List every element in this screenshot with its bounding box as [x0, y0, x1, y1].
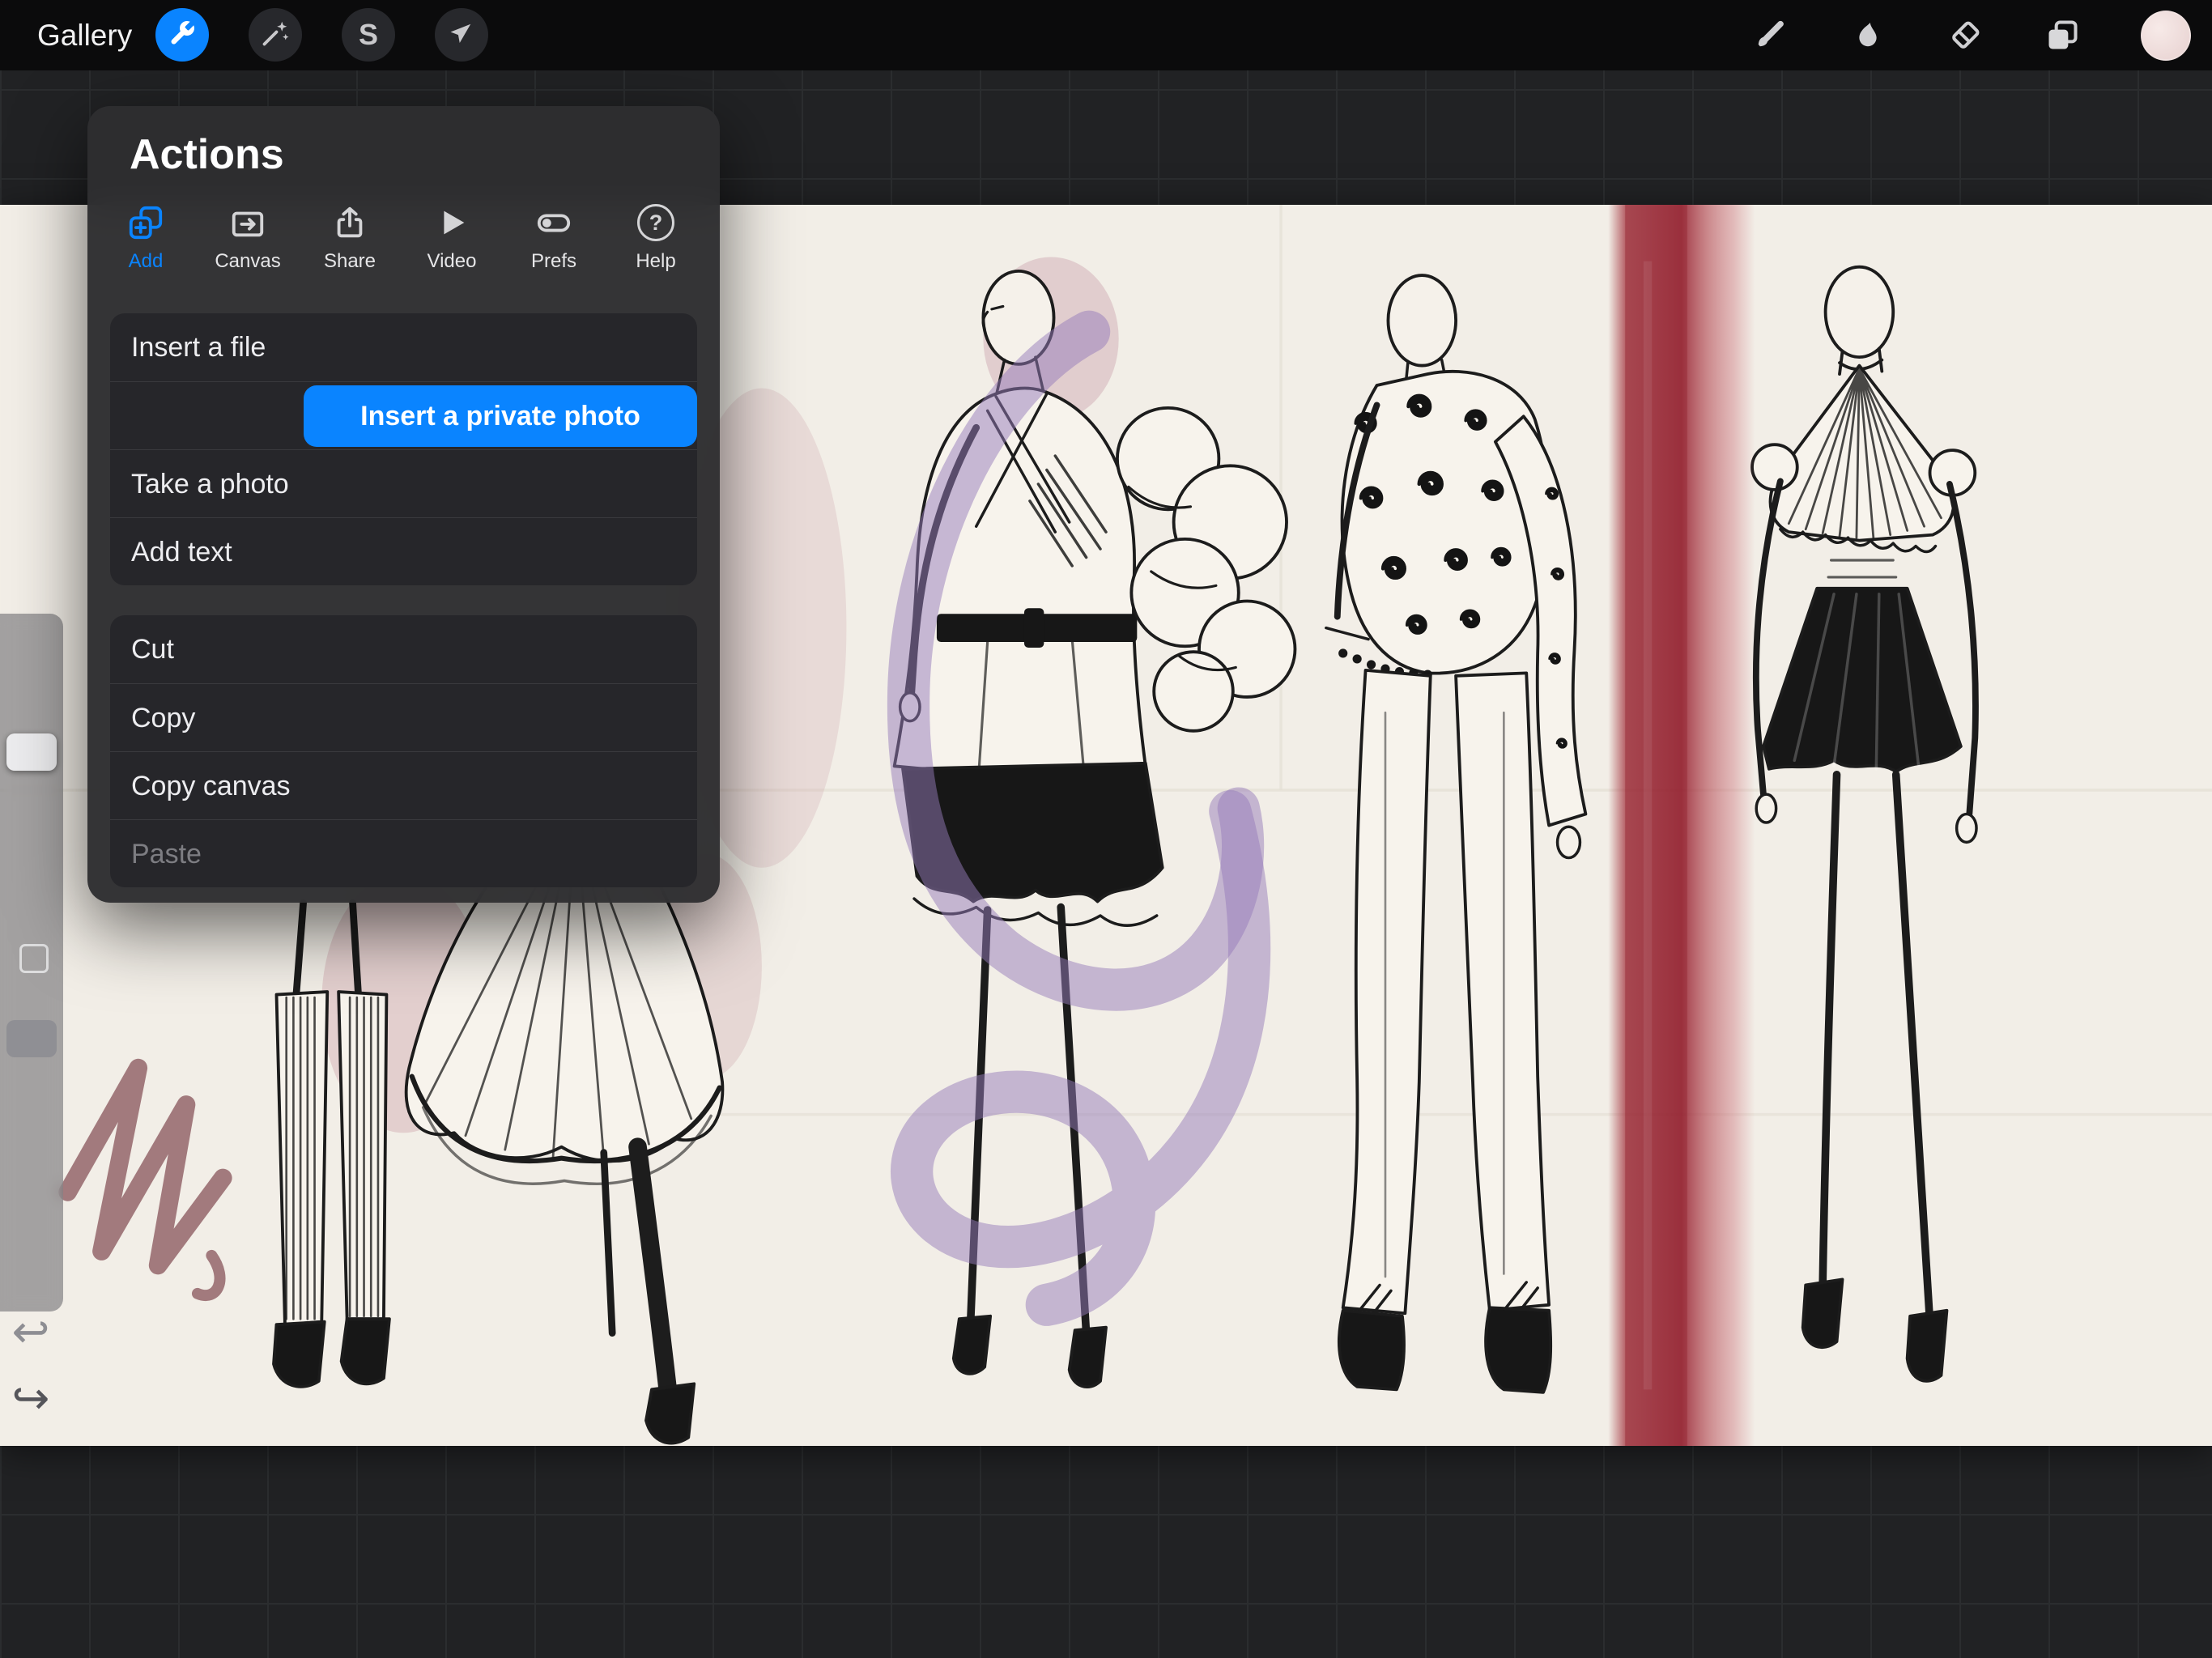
brush-size-slider[interactable] [6, 733, 57, 771]
smudge-icon [1850, 18, 1886, 53]
actions-tool-button[interactable] [155, 8, 209, 62]
selection-s-icon: S [359, 18, 378, 52]
tab-share-label: Share [324, 250, 376, 273]
menu-item-paste: Paste [110, 819, 697, 887]
tab-prefs-label: Prefs [531, 250, 576, 273]
color-swatch[interactable] [2141, 11, 2191, 61]
erase-tool-button[interactable] [1946, 17, 1984, 54]
video-play-icon [431, 202, 473, 244]
layers-icon [2044, 18, 2080, 53]
modify-button[interactable] [19, 944, 49, 973]
actions-popup: Actions Add [87, 106, 720, 903]
menu-item-take-photo[interactable]: Take a photo [110, 449, 697, 517]
insert-private-photo-button[interactable]: Insert a private photo [304, 385, 697, 447]
eraser-icon [1947, 18, 1983, 53]
popup-title: Actions [130, 130, 284, 179]
top-toolbar: Gallery S [0, 0, 2212, 70]
tab-help-label: Help [636, 250, 675, 273]
adjustments-tool-button[interactable] [249, 8, 302, 62]
menu-item-copy[interactable]: Copy [110, 683, 697, 751]
paint-tools [1752, 0, 2191, 70]
add-icon [125, 202, 167, 244]
transform-tool-button[interactable] [435, 8, 488, 62]
undo-icon[interactable]: ↩ [6, 1305, 55, 1358]
brush-opacity-slider[interactable] [6, 1020, 57, 1057]
tab-video-label: Video [428, 250, 477, 273]
procreate-app: ↩ ↪ Actions Add [0, 0, 2212, 1658]
menu-item-insert-photo[interactable]: Insert a private photo [110, 381, 697, 449]
tab-canvas-label: Canvas [215, 250, 280, 273]
tab-prefs[interactable]: Prefs [515, 202, 593, 273]
brush-tool-button[interactable] [1752, 17, 1789, 54]
layers-button[interactable] [2044, 17, 2081, 54]
brush-icon [1753, 18, 1789, 53]
tab-share[interactable]: Share [311, 202, 389, 273]
smudge-tool-button[interactable] [1849, 17, 1887, 54]
menu-item-copy-canvas[interactable]: Copy canvas [110, 751, 697, 819]
tab-video[interactable]: Video [413, 202, 491, 273]
clipboard-menu-group: Cut Copy Copy canvas Paste [110, 615, 697, 887]
toggle-icon [533, 202, 575, 244]
wrench-icon [168, 19, 197, 52]
help-icon: ? [635, 202, 677, 244]
tab-add-label: Add [129, 250, 164, 273]
canvas-icon [227, 202, 269, 244]
gallery-button[interactable]: Gallery [37, 0, 132, 70]
tab-help[interactable]: ? Help [617, 202, 695, 273]
brush-sidebar [0, 614, 63, 1312]
menu-item-insert-file[interactable]: Insert a file [110, 313, 697, 381]
redo-icon[interactable]: ↪ [6, 1371, 55, 1425]
share-icon [329, 202, 371, 244]
tab-canvas[interactable]: Canvas [209, 202, 287, 273]
menu-item-cut[interactable]: Cut [110, 615, 697, 683]
tab-add[interactable]: Add [107, 202, 185, 273]
transform-arrow-icon [447, 19, 476, 52]
magic-wand-icon [261, 19, 290, 52]
menu-item-add-text[interactable]: Add text [110, 517, 697, 585]
actions-tabs: Add Canvas Share [107, 202, 695, 273]
selection-tool-button[interactable]: S [342, 8, 395, 62]
add-menu-group: Insert a file Insert a private photo Tak… [110, 313, 697, 585]
